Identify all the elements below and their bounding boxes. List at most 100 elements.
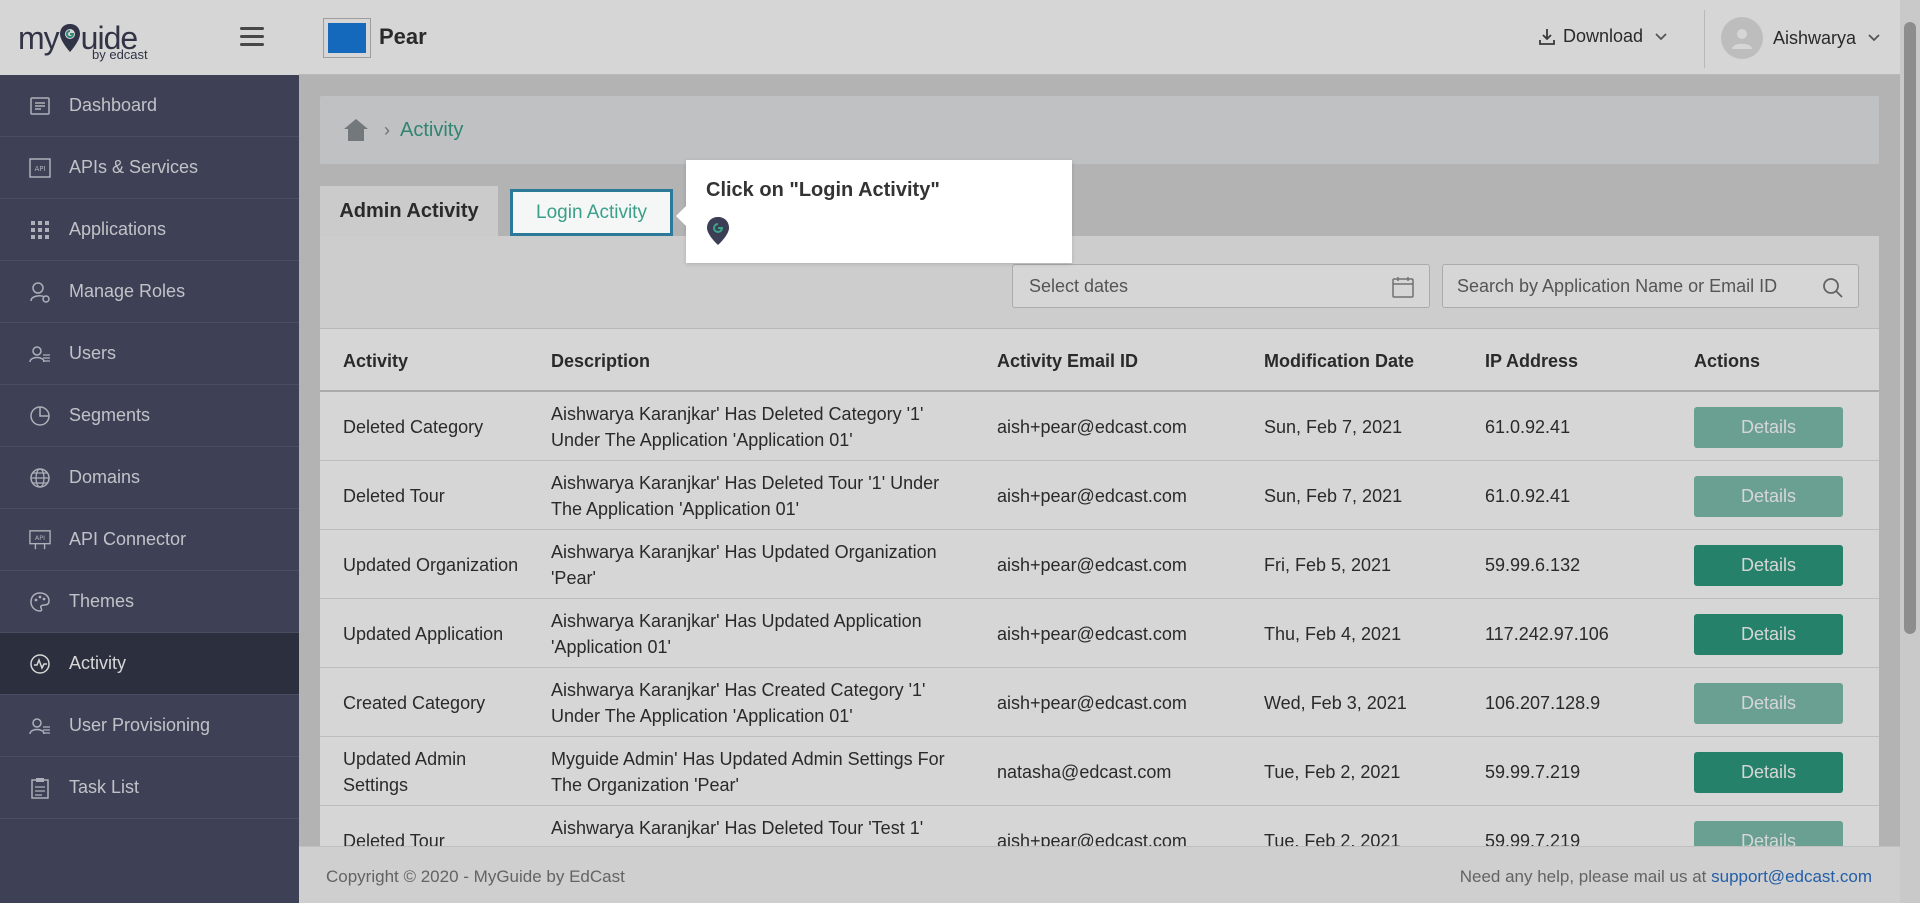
details-button[interactable]: Details — [1694, 545, 1843, 586]
sidebar-item-domains[interactable]: Domains — [0, 447, 299, 509]
users-icon — [29, 343, 51, 365]
org-logo — [323, 18, 371, 58]
cell-email: aish+pear@edcast.com — [997, 624, 1187, 644]
activity-icon — [29, 653, 51, 675]
cell-email: aish+pear@edcast.com — [997, 555, 1187, 575]
cell-ip: 117.242.97.106 — [1485, 624, 1609, 644]
breadcrumb-separator-icon: › — [384, 119, 390, 140]
breadcrumb: › Activity — [320, 96, 1879, 164]
search-placeholder: Search by Application Name or Email ID — [1457, 275, 1778, 296]
sidebar-item-users[interactable]: Users — [0, 323, 299, 385]
search-icon[interactable] — [1822, 277, 1844, 299]
details-button[interactable]: Details — [1694, 614, 1843, 655]
search-input[interactable]: Search by Application Name or Email ID — [1442, 264, 1859, 308]
tab-login-activity[interactable]: Login Activity — [510, 189, 673, 236]
cell-email: aish+pear@edcast.com — [997, 831, 1187, 846]
column-header-email[interactable]: Activity Email ID — [997, 351, 1138, 372]
cell-activity: Updated Application — [343, 624, 504, 644]
avatar — [1721, 17, 1763, 59]
activity-panel: Select dates Search by Application Name … — [320, 236, 1879, 846]
grid-icon — [29, 219, 51, 241]
pie-icon — [29, 405, 51, 427]
myguide-pin-icon — [707, 217, 729, 245]
calendar-icon — [1392, 277, 1414, 298]
dashboard-icon — [29, 95, 51, 117]
support-email-link[interactable]: support@edcast.com — [1711, 867, 1872, 886]
cell-date: Thu, Feb 4, 2021 — [1264, 624, 1402, 644]
cell-date: Tue, Feb 2, 2021 — [1264, 831, 1401, 846]
details-button[interactable]: Details — [1694, 407, 1843, 448]
cell-date: Sun, Feb 7, 2021 — [1264, 486, 1403, 506]
sidebar-item-label: APIs & Services — [69, 157, 199, 177]
cell-description: Aishwarya Karanjkar' Has Created Categor… — [551, 680, 926, 726]
menu-toggle-icon[interactable] — [240, 27, 264, 47]
home-icon[interactable] — [342, 117, 370, 143]
column-header-actions: Actions — [1694, 351, 1761, 371]
sidebar-item-dashboard[interactable]: Dashboard — [0, 75, 299, 137]
sidebar-item-label: Applications — [69, 219, 167, 239]
column-header-ip[interactable]: IP Address — [1485, 351, 1578, 372]
cell-email: aish+pear@edcast.com — [997, 417, 1187, 437]
sidebar-item-apis-services[interactable]: API APIs & Services — [0, 137, 299, 199]
cell-ip: 59.99.6.132 — [1485, 555, 1581, 575]
cell-ip: 59.99.7.219 — [1485, 831, 1581, 846]
cell-description: Aishwarya Karanjkar' Has Updated Organiz… — [551, 542, 937, 588]
cell-email: aish+pear@edcast.com — [997, 693, 1187, 713]
sidebar-item-label: Task List — [69, 777, 140, 797]
user-menu[interactable]: Aishwarya — [1721, 17, 1884, 59]
cell-activity: Deleted Tour — [343, 831, 445, 846]
table-row: Updated Application Aishwarya Karanjkar' … — [320, 599, 1879, 668]
cell-description: Myguide Admin' Has Updated Admin Setting… — [551, 749, 945, 795]
tab-admin-activity[interactable]: Admin Activity — [320, 186, 498, 236]
download-dropdown[interactable]: Download — [1537, 26, 1677, 47]
cell-description: Aishwarya Karanjkar' Has Deleted Categor… — [551, 404, 924, 450]
scrollbar-thumb[interactable] — [1904, 22, 1916, 634]
details-button[interactable]: Details — [1694, 476, 1843, 517]
cell-email: aish+pear@edcast.com — [997, 486, 1187, 506]
cell-date: Fri, Feb 5, 2021 — [1264, 555, 1392, 575]
sidebar-item-themes[interactable]: Themes — [0, 571, 299, 633]
globe-icon — [29, 467, 51, 489]
details-button[interactable]: Details — [1694, 752, 1843, 793]
table-row: Deleted Category Aishwarya Karanjkar' Has… — [320, 392, 1879, 461]
logo-pin-icon — [59, 23, 80, 52]
column-header-activity[interactable]: Activity — [343, 351, 408, 372]
sidebar-nav: Dashboard API APIs & Services Applications M… — [0, 75, 299, 819]
sidebar-item-manage-roles[interactable]: Manage Roles — [0, 261, 299, 323]
sidebar-item-activity[interactable]: Activity — [0, 633, 299, 695]
palette-icon — [29, 591, 51, 613]
api-connector-icon: API — [29, 529, 51, 551]
header-divider — [1704, 10, 1705, 68]
sidebar-item-label: Dashboard — [69, 95, 158, 115]
column-header-date[interactable]: Modification Date — [1264, 351, 1414, 372]
sidebar-item-label: Segments — [69, 405, 151, 425]
sidebar-item-task-list[interactable]: Task List — [0, 757, 299, 819]
table-row: Created Category Aishwarya Karanjkar' Has… — [320, 668, 1879, 737]
breadcrumb-current: Activity — [400, 118, 464, 141]
details-button[interactable]: Details — [1694, 683, 1843, 724]
sidebar-item-api-connector[interactable]: API API Connector — [0, 509, 299, 571]
svg-text:API: API — [34, 165, 45, 173]
page-scrollbar[interactable] — [1900, 0, 1920, 903]
date-placeholder: Select dates — [1029, 275, 1129, 296]
sidebar-item-applications[interactable]: Applications — [0, 199, 299, 261]
download-label: Download — [1563, 26, 1644, 46]
tooltip-title: Click on "Login Activity" — [706, 179, 940, 201]
cell-ip: 61.0.92.41 — [1485, 486, 1571, 506]
details-button[interactable]: Details — [1694, 821, 1843, 846]
table-row: Deleted Tour Aishwarya Karanjkar' Has Del… — [320, 461, 1879, 530]
cell-activity: Created Category — [343, 693, 486, 713]
footer: Copyright © 2020 - MyGuide by EdCast Nee… — [299, 846, 1900, 903]
sidebar-item-user-provisioning[interactable]: User Provisioning — [0, 695, 299, 757]
sidebar-item-label: Users — [69, 343, 117, 363]
sidebar-item-segments[interactable]: Segments — [0, 385, 299, 447]
cell-activity: Deleted Category — [343, 417, 484, 437]
help-label: Need any help, please mail us at — [1459, 867, 1707, 886]
column-header-description[interactable]: Description — [551, 351, 650, 372]
date-range-picker[interactable]: Select dates — [1012, 264, 1430, 308]
help-text: Need any help, please mail us at support… — [1460, 867, 1872, 887]
user-avatar-icon — [1732, 29, 1752, 49]
table-row: Deleted Tour Aishwarya Karanjkar' Has Del… — [320, 806, 1879, 846]
cell-activity: Updated Organization — [343, 555, 519, 575]
cell-description: Aishwarya Karanjkar' Has Updated Applica… — [551, 611, 922, 657]
